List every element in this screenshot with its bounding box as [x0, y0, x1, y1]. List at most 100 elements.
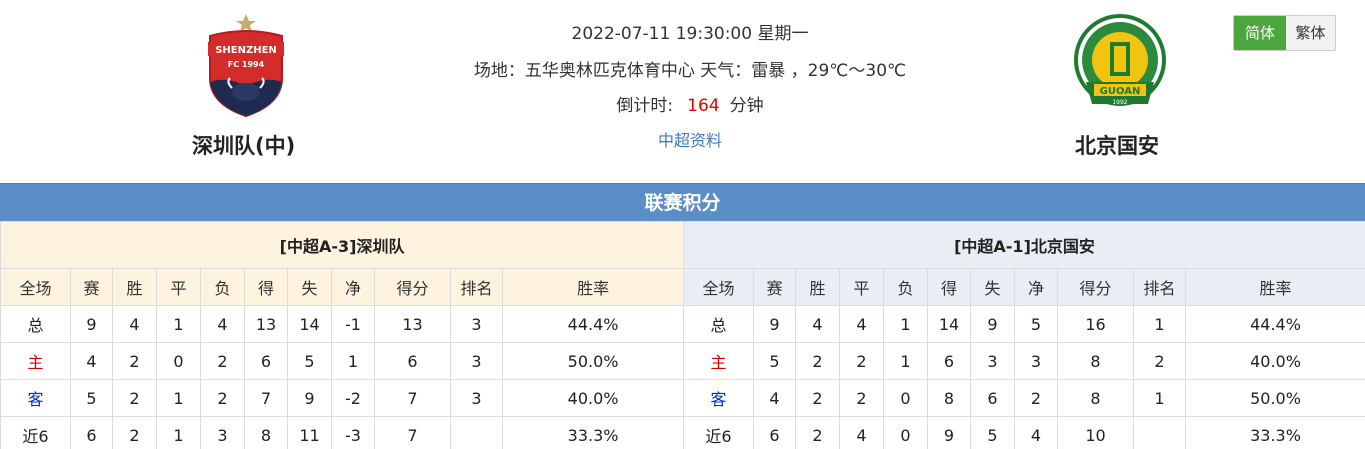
table-cell: 0 [883, 379, 928, 417]
countdown-label: 倒计时: [616, 96, 674, 116]
table-cell: 16 [1057, 305, 1134, 343]
table-cell: 3 [200, 416, 245, 449]
table-cell: 1 [1133, 379, 1186, 417]
column-header: 得分 [1057, 268, 1134, 306]
beijing-guoan-logo: GUOAN 1992 [1074, 14, 1166, 106]
table-cell: 33.3% [501, 416, 685, 449]
logo-text: GUOAN [1100, 86, 1141, 97]
table-cell: 7 [374, 379, 451, 417]
table-row: 客 5 2 1 2 7 9 -2 7 3 40.0% [0, 379, 685, 417]
row-label: 总 [0, 305, 71, 343]
table-cell: 9 [970, 305, 1015, 343]
table-cell: 10 [1057, 416, 1134, 449]
table-cell: 4 [200, 305, 245, 343]
table-cell: 6 [70, 416, 113, 449]
home-standings-table: [中超A-3]深圳队 全场赛胜平负得失净得分 排名 胜率总 9 4 1 4 13 14 -1 13 3 4… [0, 221, 685, 449]
logo-text: SHENZHEN [215, 45, 277, 56]
table-cell: 5 [70, 379, 113, 417]
table-row: 客 4 2 2 0 8 6 2 8 1 50.0% [683, 379, 1365, 417]
table-cell: 9 [70, 305, 113, 343]
column-header: 得 [244, 268, 288, 306]
table-cell: 3 [1014, 342, 1058, 380]
table-cell: 8 [1057, 342, 1134, 380]
table-cell: 2 [112, 342, 157, 380]
table-cell: 40.0% [1185, 342, 1365, 380]
table-title-row: [中超A-1]北京国安 [683, 221, 1365, 269]
match-header: SHENZHEN FC 1994 深圳队(中) 2022-07-11 19:30… [0, 0, 1365, 183]
match-venue-weather: 场地：五华奥林匹克体育中心 天气：雷暴 ，29℃～30℃ [473, 61, 907, 81]
table-cell: 6 [374, 342, 451, 380]
table-cell: 4 [839, 416, 884, 449]
table-cell: 44.4% [1185, 305, 1365, 343]
table-title: [中超A-3]深圳队 [0, 221, 685, 269]
column-header: 负 [883, 268, 928, 306]
table-cell: 50.0% [1185, 379, 1365, 417]
language-switch: 简体 繁体 [1233, 15, 1336, 51]
column-header: 排名 [1133, 268, 1186, 306]
table-cell: 2 [839, 379, 884, 417]
column-header: 胜率 [1185, 268, 1365, 306]
countdown-unit: 分钟 [729, 96, 764, 116]
table-cell: 6 [753, 416, 796, 449]
column-header: 负 [200, 268, 245, 306]
table-cell: 2 [839, 342, 884, 380]
column-header: 失 [287, 268, 332, 306]
logo-subtext: FC 1994 [228, 60, 265, 69]
table-cell: 2 [1014, 379, 1058, 417]
table-cell: 2 [795, 416, 840, 449]
column-header: 胜 [795, 268, 840, 306]
away-team-name: 北京国安 [1075, 134, 1159, 158]
table-cell: 2 [1133, 342, 1186, 380]
table-row: 总 9 4 1 4 13 14 -1 13 3 44.4% [0, 305, 685, 343]
column-header: 排名 [450, 268, 503, 306]
table-cell: 3 [450, 379, 503, 417]
table-cell: 2 [795, 342, 840, 380]
row-label: 总 [683, 305, 754, 343]
row-label: 近6 [0, 416, 71, 449]
column-header: 全场 [683, 268, 754, 306]
table-cell: 14 [287, 305, 332, 343]
table-cell: 2 [112, 416, 157, 449]
table-row: 近6 6 2 1 3 8 11 -3 7 33.3% [0, 416, 685, 449]
table-cell [450, 416, 503, 449]
table-title: [中超A-1]北京国安 [683, 221, 1365, 269]
column-header: 胜率 [501, 268, 685, 306]
table-cell: 1 [156, 379, 201, 417]
table-header-row: 全场赛胜平负得失净得分 排名 胜率 [0, 268, 685, 306]
shenzhen-fc-logo: SHENZHEN FC 1994 [208, 14, 284, 118]
table-cell: 9 [287, 379, 332, 417]
table-cell: 44.4% [501, 305, 685, 343]
table-cell: 3 [450, 342, 503, 380]
table-cell: 7 [244, 379, 288, 417]
table-cell: 2 [795, 379, 840, 417]
table-cell: 1 [1133, 305, 1186, 343]
table-cell: 14 [927, 305, 971, 343]
table-cell: 5 [753, 342, 796, 380]
table-cell: 1 [883, 342, 928, 380]
table-cell: 5 [287, 342, 332, 380]
table-cell: 9 [753, 305, 796, 343]
table-cell: 2 [200, 379, 245, 417]
row-label: 客 [683, 379, 754, 417]
table-cell: 13 [244, 305, 288, 343]
table-cell: 2 [200, 342, 245, 380]
table-cell: 4 [795, 305, 840, 343]
table-cell: 6 [970, 379, 1015, 417]
away-standings-table: [中超A-1]北京国安 全场赛胜平负得失净得分 排名 胜率总 9 4 4 1 14 9 5 16 1 44… [683, 221, 1365, 449]
match-datetime: 2022-07-11 19:30:00 星期一 [571, 24, 809, 44]
table-cell: 1 [156, 305, 201, 343]
table-cell: 50.0% [501, 342, 685, 380]
table-cell: 1 [156, 416, 201, 449]
league-info-link[interactable]: 中超资料 [420, 127, 960, 151]
column-header: 失 [970, 268, 1015, 306]
row-label: 客 [0, 379, 71, 417]
table-row: 主 5 2 2 1 6 3 3 8 2 40.0% [683, 342, 1365, 380]
table-row: 近6 6 2 4 0 9 5 4 10 33.3% [683, 416, 1365, 449]
column-header: 全场 [0, 268, 71, 306]
lang-simplified-button[interactable]: 简体 [1234, 16, 1286, 50]
column-header: 得分 [374, 268, 451, 306]
table-cell: 6 [927, 342, 971, 380]
lang-traditional-button[interactable]: 繁体 [1286, 16, 1335, 50]
table-cell: -3 [331, 416, 375, 449]
table-cell: 13 [374, 305, 451, 343]
